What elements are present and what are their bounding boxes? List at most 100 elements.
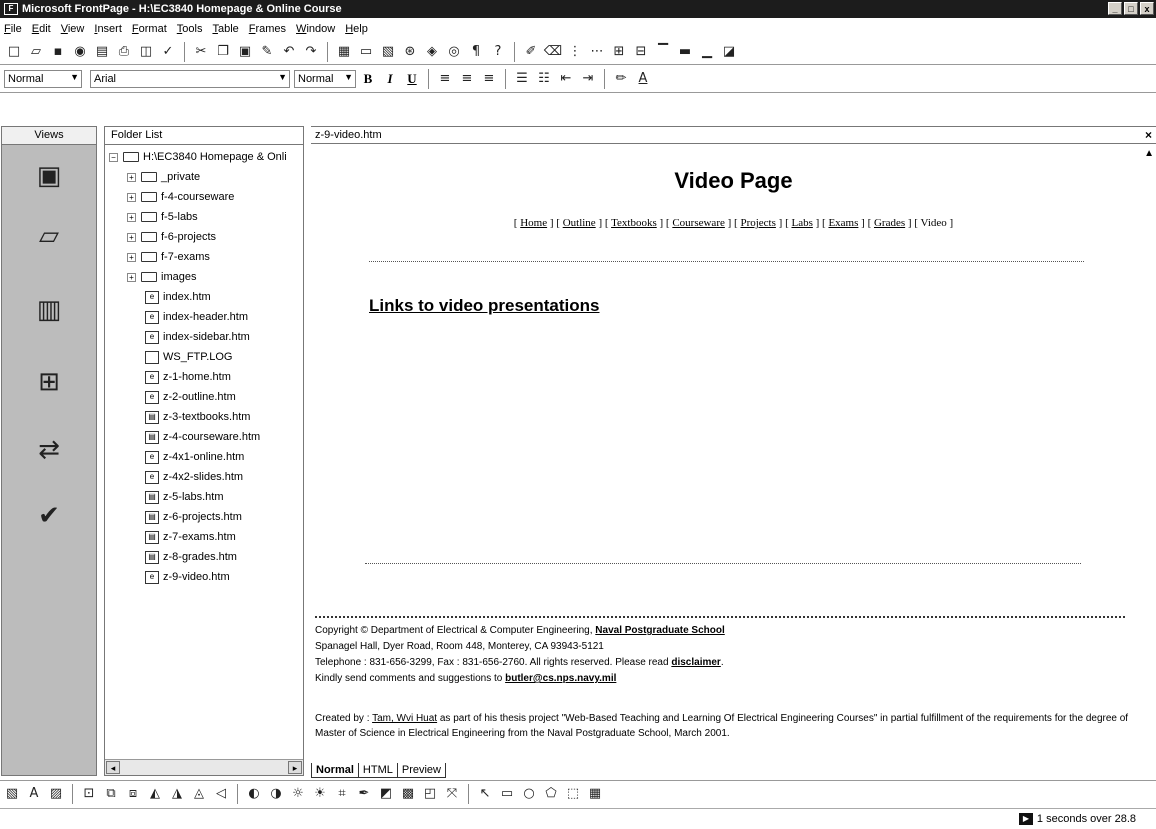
circular-hotspot-icon[interactable]: ○ (519, 784, 539, 804)
page-view-icon[interactable]: ▣ (32, 159, 66, 193)
menu-edit[interactable]: Edit (32, 23, 51, 35)
undo-icon[interactable]: ↶ (279, 42, 299, 62)
nps-link[interactable]: Naval Postgraduate School (595, 625, 724, 636)
folder-list-icon[interactable]: ▤ (92, 42, 112, 62)
highlight-icon[interactable]: ✏ (611, 69, 631, 89)
restore-icon[interactable]: ▦ (585, 784, 605, 804)
tree-file[interactable]: ▤ z-8-grades.htm (145, 547, 237, 567)
polygonal-hotspot-icon[interactable]: ⬠ (541, 784, 561, 804)
nav-link-labs[interactable]: Labs (791, 217, 812, 229)
flip-vertical-icon[interactable]: ◁ (211, 784, 231, 804)
merge-cells-icon[interactable]: ⋯ (587, 42, 607, 62)
black-and-white-icon[interactable]: ◩ (376, 784, 396, 804)
menu-table[interactable]: Table (212, 23, 238, 35)
publish-icon[interactable]: ◉ (70, 42, 90, 62)
navigation-view-icon[interactable]: ⊞ (32, 365, 66, 399)
tree-file[interactable]: e z-9-video.htm (145, 567, 230, 587)
align-center-icon[interactable]: ≡ (457, 69, 477, 89)
menu-file[interactable]: File (4, 23, 22, 35)
page-editor[interactable]: z-9-video.htm × ▲ Video Page [ Home ] [ … (311, 126, 1156, 762)
frontpage-app-icon[interactable]: F (4, 3, 18, 15)
resample-icon[interactable]: ⤧ (442, 784, 462, 804)
nav-link-courseware[interactable]: Courseware (672, 217, 725, 229)
fill-color-icon[interactable]: ◪ (719, 42, 739, 62)
text-icon[interactable]: A (24, 784, 44, 804)
stop-icon[interactable]: ◎ (444, 42, 464, 62)
menu-frames[interactable]: Frames (249, 23, 286, 35)
tree-folder[interactable]: + _private (127, 167, 200, 187)
show-all-icon[interactable]: ¶ (466, 42, 486, 62)
wash-out-icon[interactable]: ▩ (398, 784, 418, 804)
tree-file[interactable]: WS_FTP.LOG (145, 347, 232, 367)
rotate-left-icon[interactable]: ◭ (145, 784, 165, 804)
tree-file[interactable]: ▤ z-5-labs.htm (145, 487, 224, 507)
numbering-icon[interactable]: ☰ (512, 69, 532, 89)
menu-view[interactable]: View (61, 23, 85, 35)
tree-file[interactable]: ▤ z-4-courseware.htm (145, 427, 260, 447)
underline-button[interactable]: U (402, 69, 422, 89)
tasks-view-icon[interactable]: ✔ (32, 499, 66, 533)
redo-icon[interactable]: ↷ (301, 42, 321, 62)
align-left-icon[interactable]: ≡ (435, 69, 455, 89)
distribute-rows-icon[interactable]: ⊟ (631, 42, 651, 62)
copy-icon[interactable]: ❐ (213, 42, 233, 62)
tree-folder[interactable]: + images (127, 267, 196, 287)
rotate-right-icon[interactable]: ◮ (167, 784, 187, 804)
select-icon[interactable]: ↖ (475, 784, 495, 804)
tree-file[interactable]: e index-header.htm (145, 307, 248, 327)
insert-picture-icon[interactable]: ▧ (378, 42, 398, 62)
auto-thumbnail-icon[interactable]: ▨ (46, 784, 66, 804)
expand-icon[interactable]: + (127, 232, 136, 242)
print-icon[interactable]: ⎙ (114, 42, 134, 62)
maximize-button[interactable]: □ (1124, 2, 1138, 15)
disclaimer-link[interactable]: disclaimer (671, 657, 720, 668)
collapse-icon[interactable]: − (109, 152, 118, 162)
refresh-icon[interactable]: ◈ (422, 42, 442, 62)
align-top-icon[interactable]: ▔ (653, 42, 673, 62)
open-icon[interactable]: ▱ (26, 42, 46, 62)
tab-preview[interactable]: Preview (396, 763, 446, 778)
insert-rows-icon[interactable]: ⊞ (609, 42, 629, 62)
tree-file[interactable]: e z-2-outline.htm (145, 387, 236, 407)
flip-horizontal-icon[interactable]: ◬ (189, 784, 209, 804)
insert-picture-icon[interactable]: ▧ (2, 784, 22, 804)
help-icon[interactable]: ? (488, 42, 508, 62)
tree-folder[interactable]: + f-6-projects (127, 227, 216, 247)
font-color-icon[interactable]: A (633, 69, 653, 89)
close-button[interactable]: x (1140, 2, 1154, 15)
tree-folder[interactable]: + f-4-courseware (127, 187, 234, 207)
increase-indent-icon[interactable]: ⇥ (578, 69, 598, 89)
pencil-icon[interactable]: ✐ (521, 42, 541, 62)
expand-icon[interactable]: + (127, 212, 136, 222)
tab-html[interactable]: HTML (357, 763, 398, 778)
format-painter-icon[interactable]: ✎ (257, 42, 277, 62)
tree-file[interactable]: e index.htm (145, 287, 211, 307)
style-select[interactable]: Normal ▼ (4, 70, 82, 88)
font-select[interactable]: Arial ▼ (90, 70, 290, 88)
nav-link-grades[interactable]: Grades (874, 217, 905, 229)
scroll-left-icon[interactable]: ◂ (106, 761, 120, 774)
reports-view-icon[interactable]: ▥ (32, 293, 66, 327)
menu-window[interactable]: Window (296, 23, 335, 35)
hyperlink-icon[interactable]: ⊛ (400, 42, 420, 62)
nav-link-exams[interactable]: Exams (828, 217, 858, 229)
bullets-icon[interactable]: ☷ (534, 69, 554, 89)
menu-tools[interactable]: Tools (177, 23, 203, 35)
tree-folder[interactable]: + f-5-labs (127, 207, 198, 227)
menu-format[interactable]: Format (132, 23, 167, 35)
expand-icon[interactable]: + (127, 272, 136, 282)
bring-forward-icon[interactable]: ⧉ (101, 784, 121, 804)
send-backward-icon[interactable]: ⧈ (123, 784, 143, 804)
more-brightness-icon[interactable]: ☼ (288, 784, 308, 804)
paste-icon[interactable]: ▣ (235, 42, 255, 62)
expand-icon[interactable]: + (127, 252, 136, 262)
document-tab[interactable]: z-9-video.htm × (311, 126, 1156, 144)
position-absolutely-icon[interactable]: ⊡ (79, 784, 99, 804)
minimize-button[interactable]: _ (1108, 2, 1122, 15)
less-contrast-icon[interactable]: ◑ (266, 784, 286, 804)
folder-horizontal-scrollbar[interactable]: ◂ ▸ (105, 759, 303, 775)
bold-button[interactable]: B (358, 69, 378, 89)
scroll-right-icon[interactable]: ▸ (288, 761, 302, 774)
cut-icon[interactable]: ✂ (191, 42, 211, 62)
nav-link-textbooks[interactable]: Textbooks (611, 217, 657, 229)
